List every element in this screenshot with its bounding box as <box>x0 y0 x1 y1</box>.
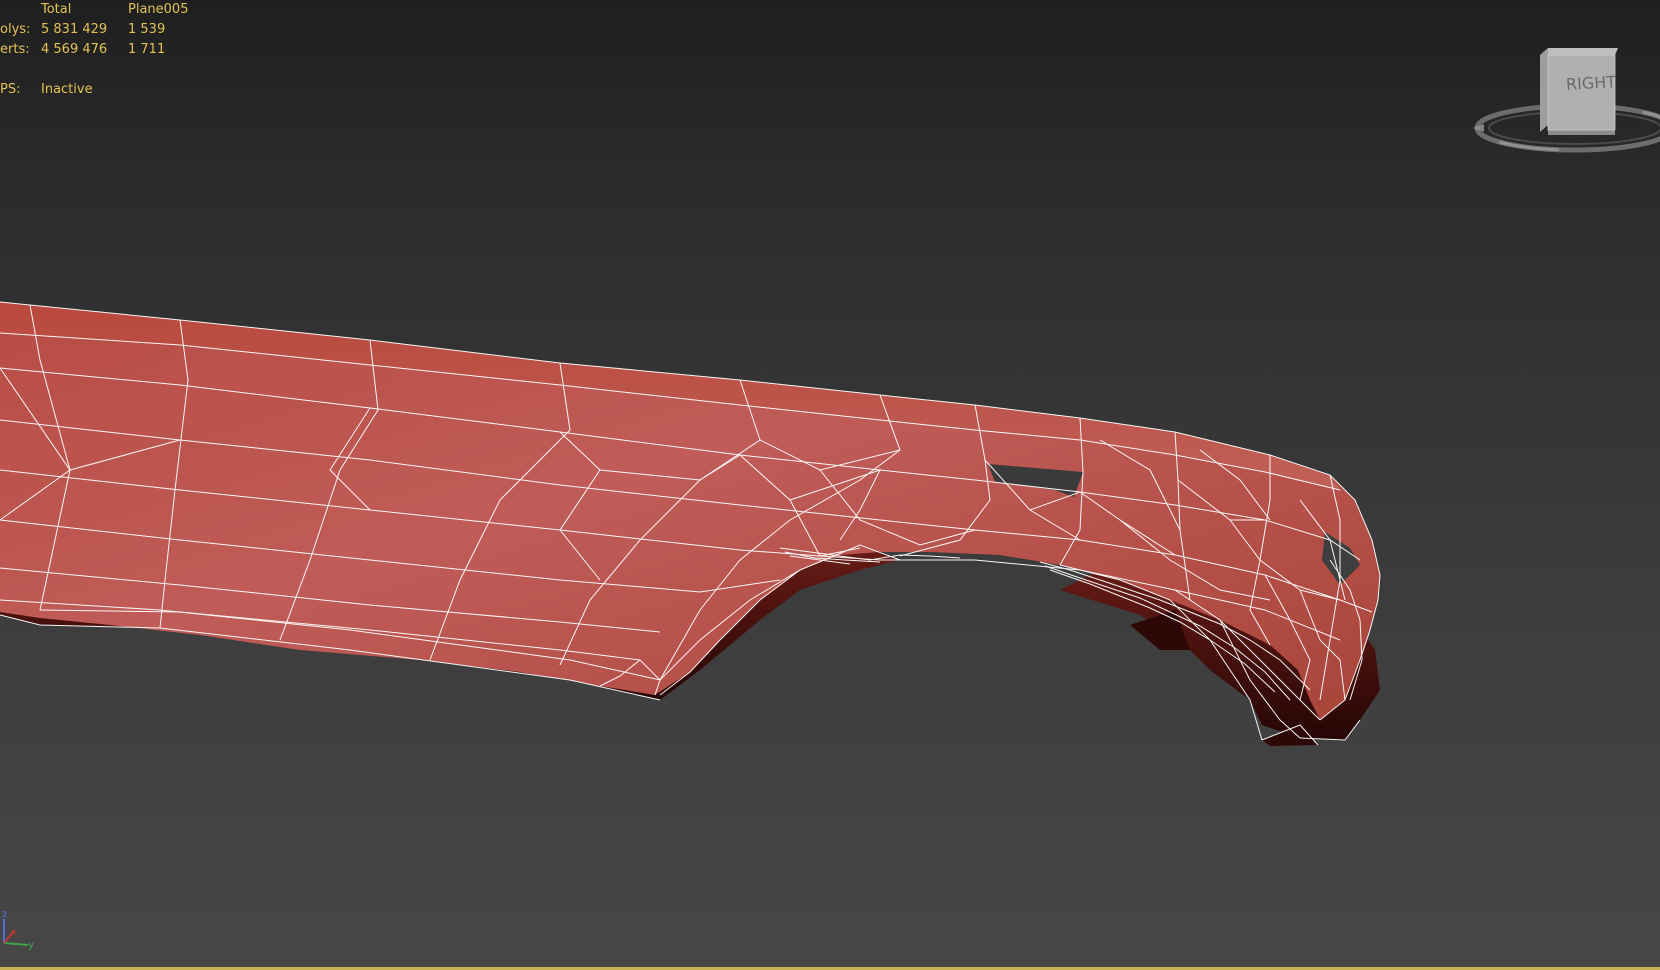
stats-object-header: Plane005 <box>128 2 189 17</box>
axis-z-label: z <box>2 909 7 920</box>
viewcube-navigation-icon[interactable]: RIGHT <box>1470 40 1660 160</box>
axis-tripod-icon: z x y <box>2 909 34 950</box>
stats-fps-value: Inactive <box>41 82 93 97</box>
axis-x-label: x <box>11 927 17 938</box>
stats-fps-label: PS: <box>0 82 21 97</box>
viewport-perspective[interactable]: Total Plane005 olys: 5 831 429 1 539 ert… <box>0 0 1660 970</box>
viewcube-face-label[interactable]: RIGHT <box>1565 72 1616 94</box>
mesh-top-surface <box>0 302 1380 720</box>
stats-total-header: Total <box>41 2 72 17</box>
mesh-shell <box>0 302 1380 746</box>
stats-verts-total: 4 569 476 <box>41 42 108 57</box>
stats-verts-object: 1 711 <box>128 42 166 57</box>
stats-verts-label: erts: <box>0 42 30 57</box>
mesh-plane005[interactable] <box>0 0 1660 970</box>
axis-y-label: y <box>28 940 34 950</box>
stats-polys-total: 5 831 429 <box>41 22 108 37</box>
stats-polys-object: 1 539 <box>128 22 166 37</box>
stats-polys-label: olys: <box>0 22 31 37</box>
